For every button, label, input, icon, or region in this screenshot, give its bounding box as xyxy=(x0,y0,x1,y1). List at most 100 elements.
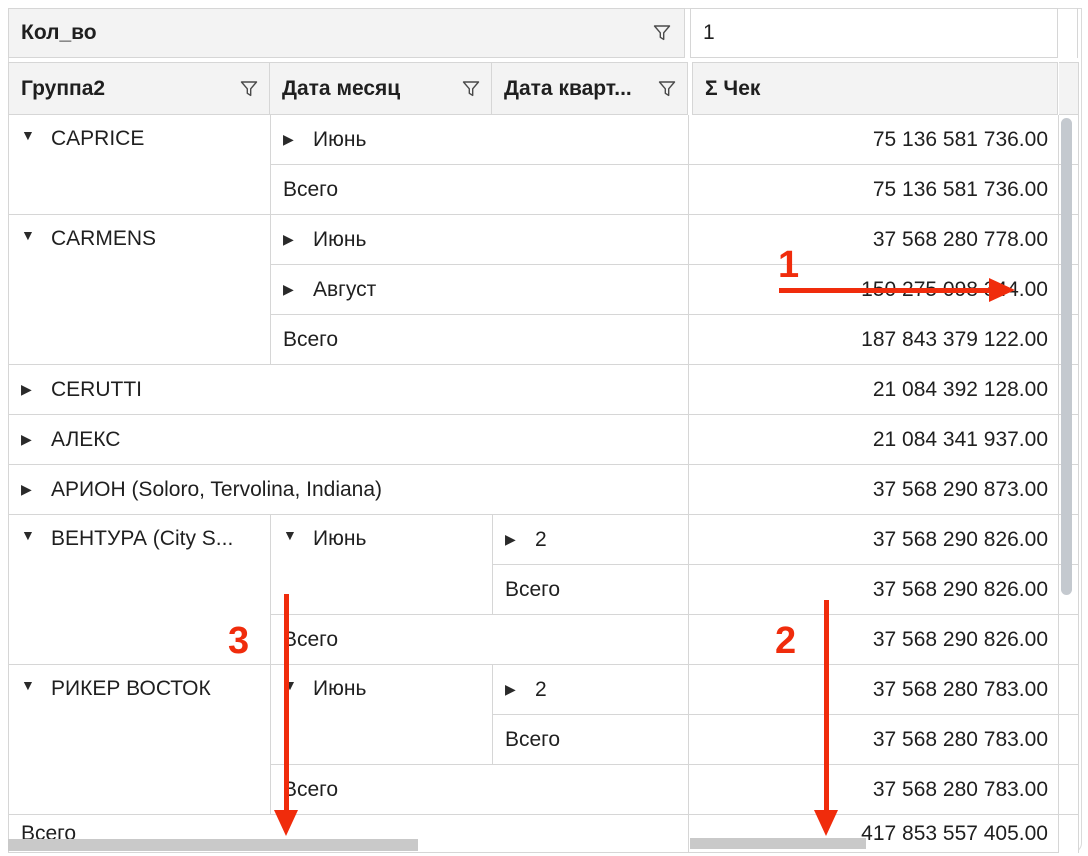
month-total-cell: Всего xyxy=(271,765,689,815)
value-cell: 75 136 581 736.00 xyxy=(689,115,1059,165)
pivot-grid: ▼ CAPRICE ▼ CARMENS ▶ CERUTTI ▶ АЛЕКС ▶ … xyxy=(8,115,1079,853)
value-cell: 37 568 280 783.00 xyxy=(689,765,1059,815)
month-cell: ▶ Июнь xyxy=(271,115,689,165)
group-cell-arion: ▶ АРИОН (Soloro, Tervolina, Indiana) xyxy=(9,465,689,515)
annotation-3-arrow xyxy=(284,594,289,812)
quarter-total-label: Всего xyxy=(505,728,560,752)
filter-field-chip[interactable]: Кол_во xyxy=(8,8,685,58)
value: 75 136 581 736.00 xyxy=(873,128,1048,152)
value: 21 084 341 937.00 xyxy=(873,428,1048,452)
group-label: CAPRICE xyxy=(51,127,144,151)
group-label: CERUTTI xyxy=(51,378,142,402)
caret-down-icon[interactable]: ▼ xyxy=(283,527,313,543)
header-overflow xyxy=(1059,62,1079,115)
month-total-cell: Всего xyxy=(271,615,689,665)
month-total-label: Всего xyxy=(283,628,338,652)
header-quarter-label: Дата кварт... xyxy=(504,77,632,101)
value-cell: 37 568 290 826.00 xyxy=(689,615,1059,665)
caret-down-icon[interactable]: ▼ xyxy=(21,677,51,693)
quarter-label: 2 xyxy=(535,528,547,552)
quarter-total-cell: Всего xyxy=(493,565,689,615)
value: 37 568 280 778.00 xyxy=(873,228,1048,252)
annotation-2-arrow xyxy=(824,600,829,812)
filter-value-cell[interactable]: 1 xyxy=(690,8,1058,58)
annotation-1-arrow xyxy=(779,288,991,293)
month-total-label: Всего xyxy=(283,178,338,202)
value-cell: 37 568 280 783.00 xyxy=(689,665,1059,715)
group-cell-carmens: ▼ CARMENS xyxy=(9,215,271,365)
caret-down-icon[interactable]: ▼ xyxy=(21,227,51,243)
pivot-table-screen: Кол_во 1 Группа2 Дата месяц xyxy=(0,0,1088,856)
month-cell: ▶ Август xyxy=(271,265,689,315)
value: 37 568 280 783.00 xyxy=(873,778,1048,802)
group-cell-cerutti: ▶ CERUTTI xyxy=(9,365,689,415)
filter-bar: Кол_во 1 xyxy=(8,8,1078,58)
caret-right-icon[interactable]: ▶ xyxy=(283,131,313,148)
value-cell: 37 568 280 778.00 xyxy=(689,215,1059,265)
value: 21 084 392 128.00 xyxy=(873,378,1048,402)
month-label: Август xyxy=(313,278,376,302)
filter-icon[interactable] xyxy=(461,79,481,99)
value-cell: 37 568 280 783.00 xyxy=(689,715,1059,765)
group-cell-caprice: ▼ CAPRICE xyxy=(9,115,271,215)
horizontal-scrollbar-thumb-right[interactable] xyxy=(690,838,866,849)
filter-icon[interactable] xyxy=(652,23,672,43)
caret-right-icon[interactable]: ▶ xyxy=(21,481,51,498)
value-cell: 37 568 290 873.00 xyxy=(689,465,1059,515)
header-month-label: Дата месяц xyxy=(282,77,400,101)
value: 37 568 290 826.00 xyxy=(873,628,1048,652)
value: 37 568 280 783.00 xyxy=(873,728,1048,752)
group-label: ВЕНТУРА (City S... xyxy=(51,527,233,551)
value-cell: 37 568 290 826.00 xyxy=(689,515,1059,565)
caret-right-icon[interactable]: ▶ xyxy=(21,431,51,448)
quarter-cell: ▶ 2 xyxy=(493,515,689,565)
caret-right-icon[interactable]: ▶ xyxy=(505,531,535,548)
header-month[interactable]: Дата месяц xyxy=(270,62,492,115)
value-cell: 37 568 290 826.00 xyxy=(689,565,1059,615)
value: 187 843 379 122.00 xyxy=(861,328,1048,352)
header-measure[interactable]: Σ Чек xyxy=(692,62,1058,115)
vertical-scrollbar-thumb[interactable] xyxy=(1061,118,1072,595)
header-group[interactable]: Группа2 xyxy=(8,62,270,115)
column-header-row: Группа2 Дата месяц Дата кварт... xyxy=(8,62,1079,115)
caret-down-icon[interactable]: ▼ xyxy=(21,127,51,143)
filter-row-overflow xyxy=(1058,8,1078,58)
value: 37 568 290 873.00 xyxy=(873,478,1048,502)
group-label: АЛЕКС xyxy=(51,428,120,452)
month-label: Июнь xyxy=(313,128,366,152)
value-cell: 21 084 341 937.00 xyxy=(689,415,1059,465)
value-cell: 21 084 392 128.00 xyxy=(689,365,1059,415)
arrow-right-head-icon xyxy=(989,278,1015,302)
horizontal-scrollbar-thumb-left[interactable] xyxy=(8,839,418,851)
header-group-label: Группа2 xyxy=(21,77,105,101)
caret-right-icon[interactable]: ▶ xyxy=(283,281,313,298)
quarter-total-label: Всего xyxy=(505,578,560,602)
quarter-cell: ▶ 2 xyxy=(493,665,689,715)
quarter-total-cell: Всего xyxy=(493,715,689,765)
filter-icon[interactable] xyxy=(239,79,259,99)
quarter-label: 2 xyxy=(535,678,547,702)
month-label: Июнь xyxy=(313,228,366,252)
filter-value: 1 xyxy=(703,21,715,45)
caret-down-icon[interactable]: ▼ xyxy=(21,527,51,543)
value-cell: 187 843 379 122.00 xyxy=(689,315,1059,365)
month-total-label: Всего xyxy=(283,328,338,352)
caret-right-icon[interactable]: ▶ xyxy=(505,681,535,698)
group-label: АРИОН (Soloro, Tervolina, Indiana) xyxy=(51,478,382,502)
annotation-2-label: 2 xyxy=(775,622,796,660)
group-cell-aleks: ▶ АЛЕКС xyxy=(9,415,689,465)
caret-right-icon[interactable]: ▶ xyxy=(21,381,51,398)
group-label: CARMENS xyxy=(51,227,156,251)
filter-field-label: Кол_во xyxy=(21,21,97,45)
month-total-label: Всего xyxy=(283,778,338,802)
header-quarter[interactable]: Дата кварт... xyxy=(492,62,688,115)
value: 37 568 290 826.00 xyxy=(873,578,1048,602)
month-cell: ▶ Июнь xyxy=(271,215,689,265)
value: 75 136 581 736.00 xyxy=(873,178,1048,202)
filter-icon[interactable] xyxy=(657,79,677,99)
caret-right-icon[interactable]: ▶ xyxy=(283,231,313,248)
value-cell: 75 136 581 736.00 xyxy=(689,165,1059,215)
month-total-cell: Всего xyxy=(271,315,689,365)
month-label: Июнь xyxy=(313,527,366,551)
month-cell: ▼ Июнь xyxy=(271,665,493,765)
